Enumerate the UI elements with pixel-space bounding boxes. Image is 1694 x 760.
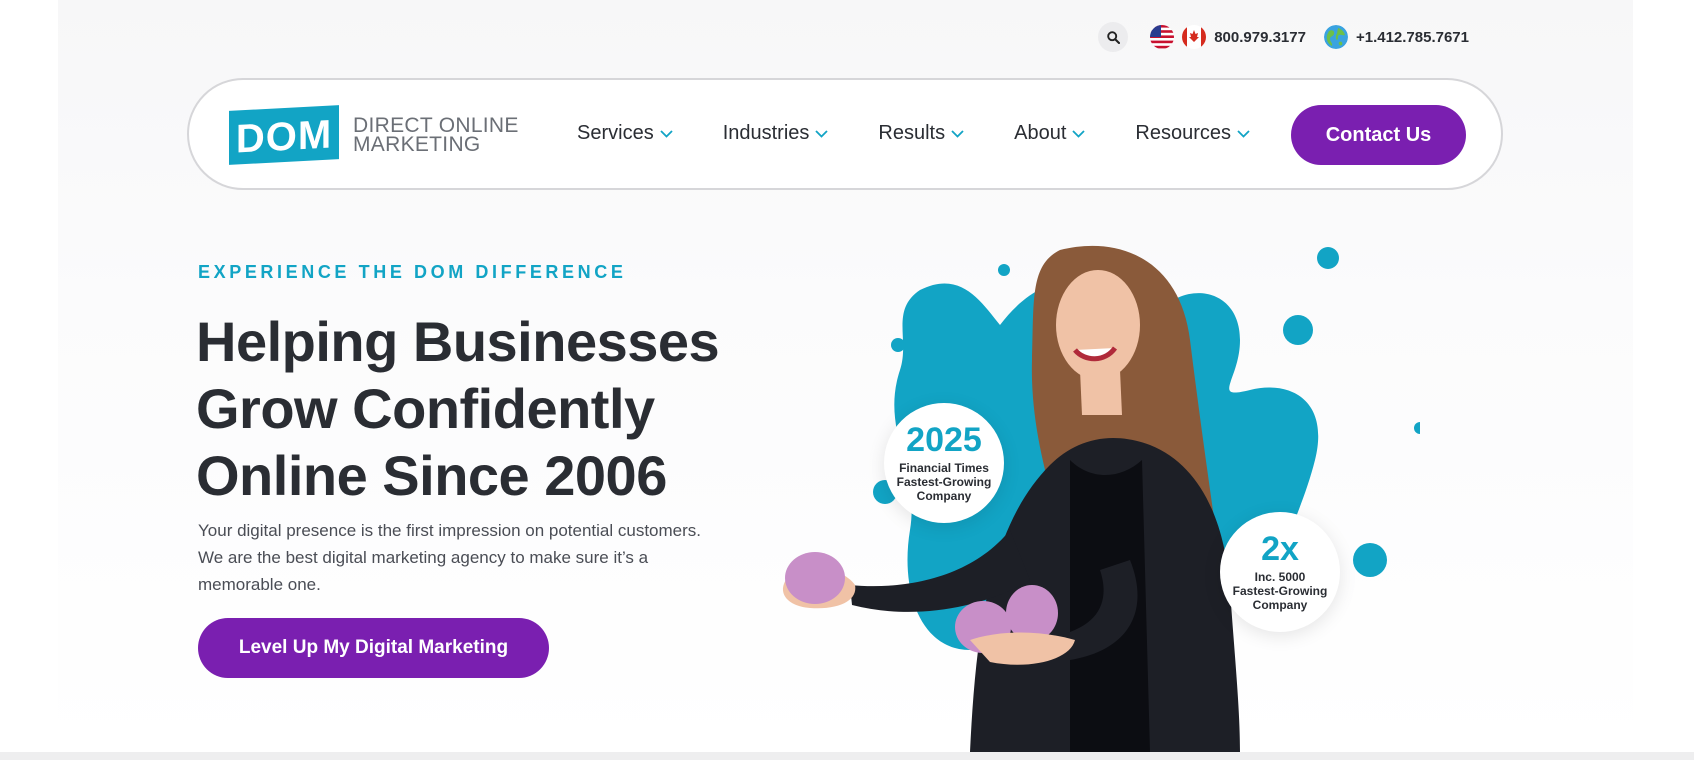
award-badge-inc-line-3: Company	[1252, 598, 1308, 612]
chevron-down-icon	[815, 129, 829, 138]
menu-item-results[interactable]: Results	[878, 122, 964, 145]
award-badge-ft-line-1: Financial Times	[899, 461, 989, 475]
chevron-down-icon	[660, 129, 673, 138]
logo-line-2: MARKETING	[353, 133, 481, 156]
canada-flag-icon	[1182, 25, 1207, 49]
chevron-down-icon	[1072, 129, 1086, 138]
hero-image: 2025 Financial Times Fastest-Growing Com…	[770, 230, 1426, 752]
hero-eyebrow: EXPERIENCE THE DOM DIFFERENCE	[198, 262, 627, 282]
menu-item-industries[interactable]: Industries	[723, 122, 829, 145]
utility-bar: 800.979.3177 +1.412.785.7671	[1098, 22, 1469, 52]
logo-link[interactable]: DOM DIRECT ONLINE MARKETING	[229, 105, 519, 165]
hero-headline-line-1: Helping Businesses	[196, 310, 720, 373]
phone-international-link[interactable]: +1.412.785.7671	[1323, 25, 1469, 49]
award-badge-inc-line-2: Fastest-Growing	[1232, 584, 1328, 598]
menu-item-resources[interactable]: Resources	[1135, 122, 1250, 145]
hero-description: Your digital presence is the first impre…	[198, 521, 702, 594]
award-badge-inc-caption: Inc. 5000 Fastest-Growing Company	[1233, 570, 1328, 612]
hero-headline: Helping Businesses Grow Confidently Onli…	[196, 308, 796, 509]
teal-dot	[998, 264, 1010, 276]
teal-dot	[1283, 315, 1313, 345]
chevron-down-icon	[951, 129, 964, 138]
phone-international-number: +1.412.785.7671	[1355, 28, 1469, 46]
award-badge-inc-multiplier: 2x	[1261, 530, 1299, 568]
search-button[interactable]	[1098, 22, 1129, 52]
menu-item-label: Resources	[1135, 122, 1231, 144]
stress-ball	[1006, 585, 1058, 641]
award-badge-inc: 2x Inc. 5000 Fastest-Growing Company	[1220, 512, 1340, 632]
teal-dot	[1317, 247, 1339, 269]
phone-us-canada-link[interactable]: 800.979.3177	[1150, 25, 1306, 49]
stress-ball	[785, 552, 845, 604]
menu-item-about[interactable]: About	[1014, 122, 1086, 145]
award-badge-ft-line-2: Fastest-Growing	[896, 475, 992, 489]
teal-dot	[1414, 422, 1426, 434]
logo-wordmark: DIRECT ONLINE MARKETING	[353, 115, 519, 156]
phone-us-canada-number: 800.979.3177	[1214, 28, 1306, 46]
neck-shape	[1080, 370, 1122, 415]
face-shape	[1056, 270, 1140, 380]
hero-illustration	[782, 245, 1426, 752]
award-badge-ft-caption: Financial Times Fastest-Growing Company	[897, 461, 992, 503]
main-navigation: DOM DIRECT ONLINE MARKETING Services Ind…	[187, 78, 1503, 190]
menu-item-label: Industries	[722, 122, 810, 144]
menu: Services Industries Results About Resour…	[577, 122, 1250, 145]
menu-item-label: About	[1014, 122, 1067, 144]
search-icon	[1106, 30, 1120, 44]
menu-item-services[interactable]: Services	[577, 122, 673, 145]
award-badge-inc-line-1: Inc. 5000	[1254, 570, 1306, 584]
hero-headline-line-3: Online Since 2006	[196, 444, 667, 507]
menu-item-label: Results	[878, 122, 946, 144]
menu-item-label: Services	[577, 122, 654, 144]
hero-headline-line-2: Grow Confidently	[196, 377, 655, 440]
teal-dot	[891, 338, 905, 352]
us-flag-icon	[1150, 25, 1175, 49]
award-badge-ft: 2025 Financial Times Fastest-Growing Com…	[884, 403, 1004, 523]
globe-icon	[1323, 25, 1348, 49]
award-badge-ft-line-3: Company	[916, 489, 972, 503]
level-up-cta-button[interactable]: Level Up My Digital Marketing	[198, 618, 549, 678]
award-badge-ft-year: 2025	[906, 421, 982, 459]
teal-dot	[1353, 543, 1387, 577]
logo-mark-text: DOM	[236, 113, 332, 162]
contact-us-button[interactable]: Contact Us	[1291, 105, 1466, 165]
page-bottom-edge	[0, 752, 1694, 760]
chevron-down-icon	[1237, 129, 1250, 138]
logo-mark: DOM	[229, 105, 339, 165]
